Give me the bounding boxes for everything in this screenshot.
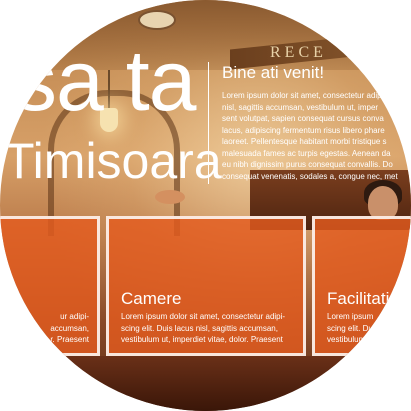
- hero-circle-photo: RECE sa ta Timisoara Bine ati venit! Lor…: [0, 0, 411, 411]
- panel-camere[interactable]: Camere Lorem ipsum dolor sit amet, conse…: [106, 216, 306, 356]
- welcome-line: laoreet. Pellentesque habitant morbi tri…: [222, 137, 387, 146]
- hero-title: sa ta: [14, 33, 196, 129]
- panel-line: scing elit. Du: [327, 323, 373, 333]
- panel-line: r. Praesent: [50, 335, 89, 344]
- welcome-text: Lorem ipsum dolor sit amet, consectetur …: [222, 90, 411, 190]
- welcome-line: Lorem ipsum dolor sit amet, consectetur …: [222, 91, 382, 100]
- hero-subtitle: Timisoara: [4, 133, 222, 189]
- ceiling-vent-icon: [138, 10, 176, 30]
- welcome-line: malesuada fames ac turpis egestas. Aenea…: [222, 148, 391, 158]
- panel-line: Lorem ipsum: [327, 312, 374, 321]
- panel-line: scing elit. Duis lacus nisl, sagittis ac…: [121, 323, 278, 333]
- panel-line: accumsan,: [50, 323, 89, 333]
- panel-line: ur adipi-: [60, 312, 89, 321]
- panel-line: vestibulum ut: [327, 335, 375, 344]
- welcome-line: nisl, sagittis accumsan, vestibulum ut, …: [222, 102, 379, 112]
- bottom-shade: [0, 356, 411, 411]
- panel-left[interactable]: ur adipi- accumsan, r. Praesent: [0, 216, 100, 356]
- welcome-line: lacus, adipiscing fermentum risus libero…: [222, 125, 385, 135]
- panel-camere-text: Lorem ipsum dolor sit amet, consectetur …: [121, 311, 285, 346]
- welcome-line: sent volutpat, sapien consequat cursus c…: [222, 114, 384, 123]
- lamp: [155, 190, 185, 204]
- welcome-title: Bine ati venit!: [222, 63, 325, 82]
- panel-facilitati[interactable]: Facilitati Lorem ipsum scing elit. Du ve…: [312, 216, 411, 356]
- welcome-line: eu nibh dignissim purus consequat conval…: [222, 160, 393, 169]
- receptionist: [368, 186, 398, 220]
- panel-line: Lorem ipsum dolor sit amet, consectetur …: [121, 312, 286, 321]
- panel-facilitati-title: Facilitati: [327, 289, 390, 308]
- reception-sign: RECE: [270, 44, 327, 61]
- panel-line: vestibulum ut, imperdiet vitae, dolor. P…: [121, 335, 283, 344]
- panel-facilitati-text: Lorem ipsum scing elit. Du vestibulum ut: [327, 311, 374, 346]
- panel-camere-title: Camere: [121, 289, 182, 308]
- panel-left-text: ur adipi- accumsan, r. Praesent: [50, 311, 89, 346]
- vertical-divider: [208, 62, 209, 184]
- welcome-line: consequat venenatis, sodales a, congue n…: [222, 171, 398, 181]
